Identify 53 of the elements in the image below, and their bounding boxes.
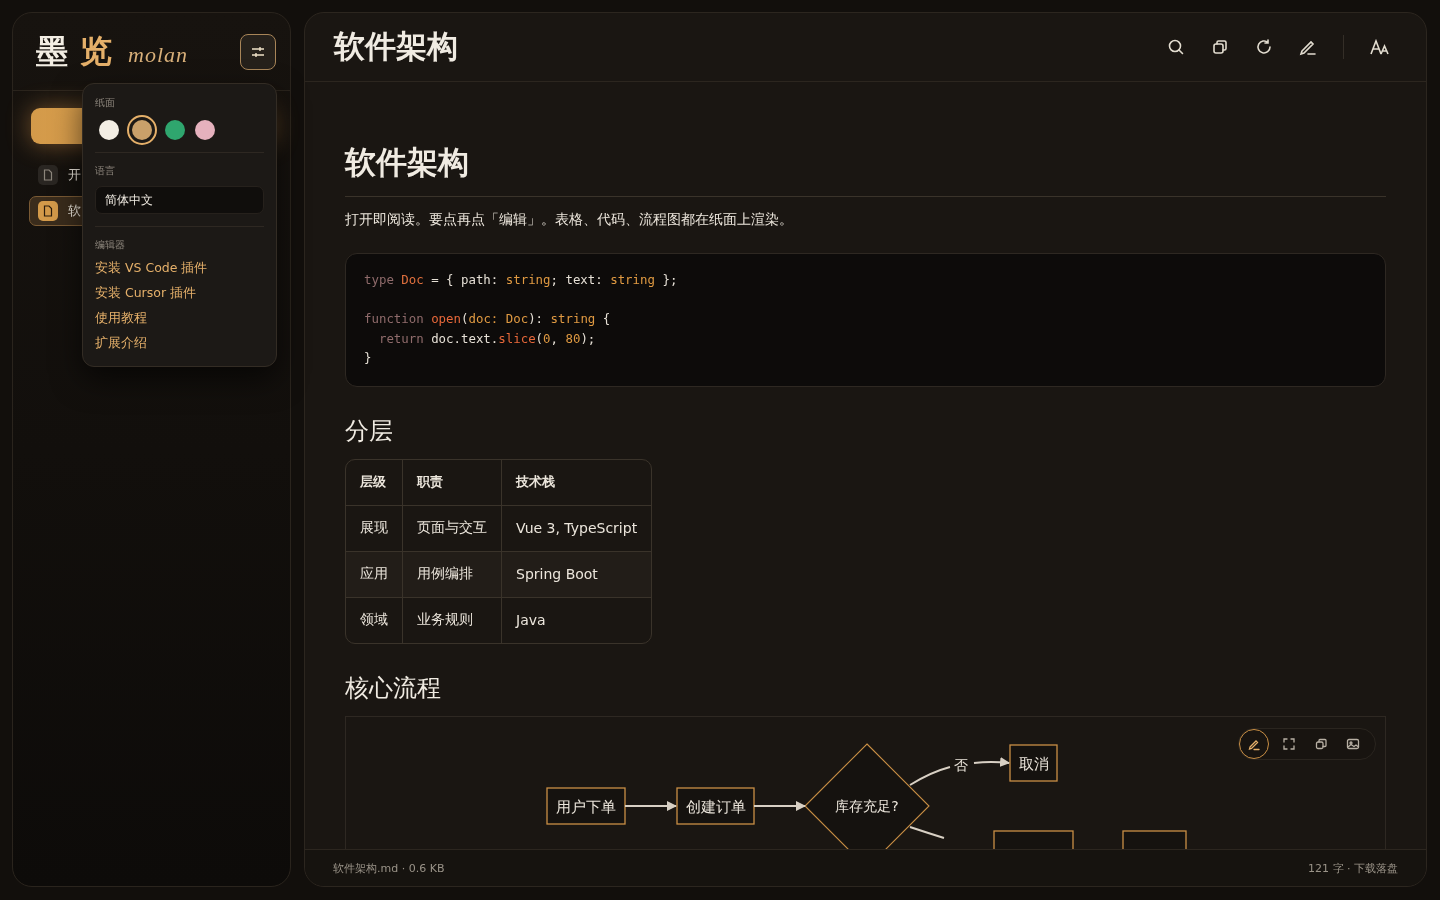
flow-arrow	[753, 800, 806, 811]
logo-text: 览	[80, 30, 112, 72]
table-cell: 领域	[346, 597, 403, 643]
menu-link[interactable]: 安装 VS Code 插件	[95, 260, 264, 277]
pencil-icon[interactable]	[1299, 38, 1317, 56]
edge-label: 否	[954, 756, 968, 773]
table-cell: 应用	[346, 551, 403, 598]
table-cell: Vue 3, TypeScript	[502, 505, 652, 552]
column-header: 层级	[346, 459, 403, 506]
font-size-icon[interactable]	[1370, 39, 1390, 55]
section-heading: 核心流程	[345, 672, 442, 704]
paper-color-swatch[interactable]	[195, 120, 215, 140]
table-cell-text: Java	[514, 611, 547, 630]
menu-link[interactable]: 安装 Cursor 插件	[95, 285, 264, 302]
table-cell: Spring Boot	[502, 551, 652, 598]
document-heading: 软件架构	[345, 142, 1386, 197]
code-line: type Doc = { path: string; text: string };	[364, 271, 679, 289]
menu-link[interactable]: 扩展介绍	[95, 335, 264, 352]
copy-icon[interactable]	[1211, 38, 1229, 56]
section-label: 语言	[95, 164, 116, 178]
flow-node: 创建订单	[676, 786, 755, 825]
column-header: 技术栈	[502, 459, 652, 506]
settings-button[interactable]	[240, 33, 276, 70]
menu-link[interactable]: 使用教程	[95, 310, 264, 327]
search-icon[interactable]	[1167, 38, 1185, 56]
intro-paragraph: 打开即阅读。要点再点「编辑」。表格、代码、流程图都在纸面上渲染。	[345, 211, 794, 229]
logo-subtitle: molan	[128, 41, 188, 68]
section-heading: 分层	[345, 415, 394, 447]
status-text: 121 字 · 下载落盘	[1308, 860, 1398, 876]
section-label: 纸面	[95, 96, 116, 110]
table-cell: 业务规则	[403, 597, 502, 643]
code-line: return doc.text.slice(0, 80);	[377, 329, 597, 348]
sliders-icon	[251, 45, 265, 58]
document-icon	[38, 165, 58, 185]
flow-node: 用户下单	[546, 786, 626, 825]
flow-node: 取消	[1009, 743, 1058, 782]
code-line: function open(doc: Doc): string {	[364, 310, 612, 328]
paper-color-swatch[interactable]	[165, 120, 185, 140]
table-cell: 用例编排	[403, 551, 502, 598]
document-icon	[38, 201, 58, 221]
paper-color-swatch[interactable]	[99, 120, 119, 140]
column-header: 职责	[403, 459, 502, 506]
logo-text: 墨	[36, 30, 68, 72]
page-title: 软件架构	[334, 27, 458, 66]
refresh-icon[interactable]	[1255, 38, 1273, 56]
code-line: }	[364, 349, 373, 367]
language-select[interactable]: 简体中文	[95, 186, 264, 214]
flow-arrow	[624, 800, 677, 811]
section-label: 编辑器	[95, 238, 126, 252]
decision-node: 库存充足?	[804, 742, 930, 849]
table-cell: 页面与交互	[403, 505, 502, 552]
table-cell: 展现	[346, 505, 403, 552]
status-text: 软件架构.md · 0.6 KB	[333, 860, 445, 876]
